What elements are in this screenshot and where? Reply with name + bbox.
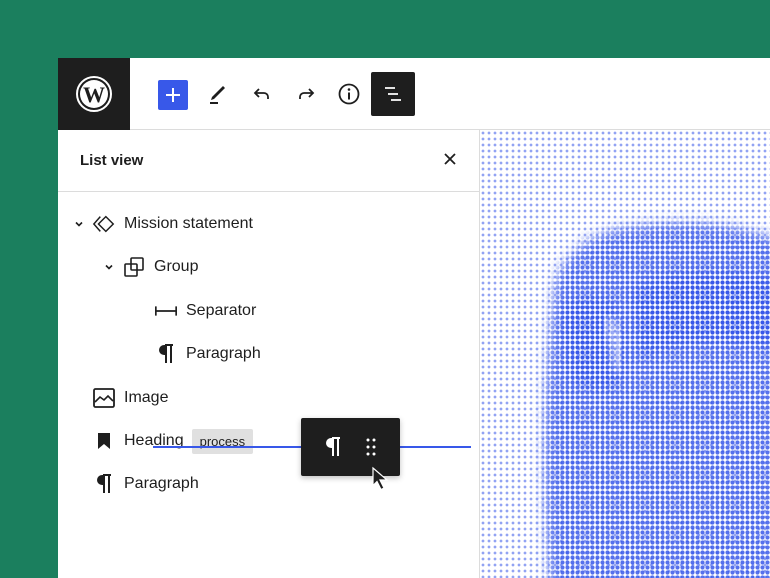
list-item-image[interactable]: Image <box>92 380 168 416</box>
list-item-label: Group <box>154 258 199 275</box>
close-list-view-button[interactable] <box>438 147 462 171</box>
list-item-mission-statement[interactable]: Mission statement <box>72 206 253 242</box>
list-item-label: Image <box>124 389 169 406</box>
chevron-down-icon[interactable] <box>72 217 86 231</box>
list-item-label: Mission statement <box>124 215 253 232</box>
undo-icon <box>253 88 269 99</box>
list-item-heading[interactable]: Heading process <box>92 423 254 459</box>
image-icon <box>92 386 116 410</box>
list-view-header: List view <box>58 130 479 192</box>
list-item-paragraph[interactable]: Paragraph <box>92 466 199 502</box>
list-view-icon <box>385 87 401 101</box>
chevron-down-icon[interactable] <box>102 260 116 274</box>
editor-window: W List view Mission statement Group Sepa… <box>58 58 770 578</box>
paragraph-icon <box>326 437 340 456</box>
block-badge: process <box>191 428 254 454</box>
redo-icon <box>299 88 315 99</box>
redo-button[interactable] <box>284 72 328 116</box>
add-block-button[interactable] <box>158 80 188 110</box>
paragraph-icon <box>154 342 178 366</box>
wordpress-logo-button[interactable]: W <box>58 58 130 130</box>
details-button[interactable] <box>327 72 371 116</box>
tools-button[interactable] <box>196 72 240 116</box>
undo-button[interactable] <box>240 72 284 116</box>
wordpress-logo-icon: W <box>76 76 112 112</box>
pattern-icon <box>92 212 116 236</box>
list-item-label: Paragraph <box>124 475 199 492</box>
list-view-button[interactable] <box>371 72 415 116</box>
group-icon <box>122 255 146 279</box>
list-view-panel: List view Mission statement Group Separa… <box>58 130 480 578</box>
info-icon <box>338 83 360 105</box>
editor-canvas[interactable] <box>480 130 770 578</box>
list-item-group[interactable]: Group <box>102 249 198 285</box>
drag-handle-icon[interactable] <box>365 437 377 457</box>
list-item-label: Paragraph <box>186 345 261 362</box>
separator-icon <box>154 299 178 323</box>
close-icon <box>444 153 456 165</box>
list-item-label: Separator <box>186 302 257 319</box>
editor-toolbar: W <box>58 58 770 130</box>
pencil-icon <box>210 86 225 104</box>
paragraph-icon <box>92 472 116 496</box>
plus-icon <box>166 88 180 102</box>
bookmark-icon <box>92 429 116 453</box>
mouse-cursor-icon <box>372 466 389 491</box>
svg-text:W: W <box>83 82 105 107</box>
list-view-title: List view <box>80 152 144 169</box>
list-item-separator[interactable]: Separator <box>154 293 256 329</box>
halftone-image <box>480 130 770 578</box>
list-item-paragraph[interactable]: Paragraph <box>154 336 261 372</box>
